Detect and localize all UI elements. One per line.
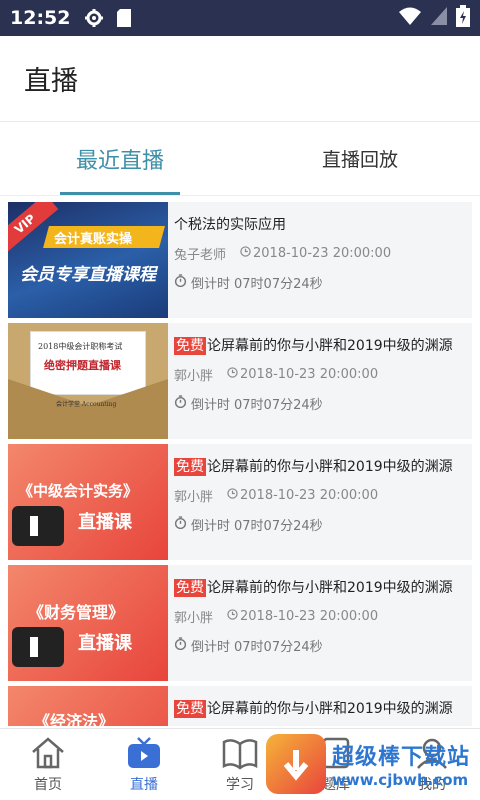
tab-bar: 最近直播 直播回放 (0, 122, 480, 196)
video-camera-icon (12, 506, 64, 546)
countdown-label: 倒计时 (191, 519, 231, 534)
free-badge: 免费 (174, 579, 206, 597)
sd-card-icon (114, 8, 134, 28)
free-badge: 免费 (174, 700, 206, 718)
tab-replay[interactable]: 直播回放 (240, 122, 480, 195)
settings-icon (84, 8, 104, 28)
countdown-label: 倒计时 (191, 640, 231, 655)
course-thumbnail: 《经济法》 (8, 686, 168, 726)
thumb-line-1: 2018中级会计职称考试 (38, 342, 123, 351)
thumb-line-1: 《经济法》 (34, 712, 115, 726)
countdown-label: 倒计时 (191, 277, 231, 292)
teacher-name: 郭小胖 (174, 490, 214, 505)
tab-recent-live[interactable]: 最近直播 (0, 122, 240, 195)
app-bar: 直播 (0, 36, 480, 122)
course-title: 论屏幕前的你与小胖和2019中级的渊源 (207, 338, 453, 354)
no-signal-icon (430, 6, 448, 30)
thumb-line-1: 会计真账实操 (54, 232, 133, 247)
nav-live[interactable]: 直播 (96, 729, 192, 800)
thumb-line-3: 会计学堂 Accounting (56, 401, 117, 408)
status-bar: 12:52 (0, 0, 480, 36)
countdown-value: 07时07分24秒 (234, 277, 323, 292)
battery-icon (456, 5, 470, 31)
status-time: 12:52 (10, 7, 71, 29)
live-datetime: 2018-10-23 20:00:00 (253, 246, 392, 261)
teacher-name: 郭小胖 (174, 611, 214, 626)
watermark-url: www.cjbwh.com (332, 771, 469, 789)
thumb-line-2: 直播课 (78, 512, 132, 533)
teacher-name: 兔子老师 (174, 248, 227, 263)
book-icon (222, 738, 258, 770)
course-thumbnail: 《中级会计实务》 直播课 (8, 444, 168, 560)
countdown-label: 倒计时 (191, 398, 231, 413)
live-datetime: 2018-10-23 20:00:00 (240, 367, 379, 382)
watermark-title: 超级棒下载站 (332, 745, 471, 770)
nav-label: 首页 (34, 776, 62, 793)
live-list: VIP 会计真账实操 会员专享直播课程 个税法的实际应用 兔子老师 2018-1… (0, 196, 480, 726)
countdown-value: 07时07分24秒 (234, 640, 323, 655)
list-item[interactable]: 2018中级会计职称考试 绝密押题直播课 会计学堂 Accounting 免费论… (8, 323, 472, 439)
nav-label: 直播 (130, 776, 158, 793)
home-icon (32, 736, 64, 768)
thumb-line-1: 《财务管理》 (28, 603, 125, 622)
clock-icon (227, 609, 238, 624)
countdown-value: 07时07分24秒 (234, 519, 323, 534)
tv-icon (128, 736, 160, 768)
page-title: 直播 (24, 66, 78, 97)
nav-home[interactable]: 首页 (0, 729, 96, 800)
thumb-line-2: 绝密押题直播课 (44, 359, 121, 372)
clock-icon (240, 246, 251, 261)
teacher-name: 郭小胖 (174, 369, 214, 384)
thumb-line-1: 《中级会计实务》 (18, 482, 139, 500)
course-thumbnail: 《财务管理》 直播课 (8, 565, 168, 681)
live-datetime: 2018-10-23 20:00:00 (240, 488, 379, 503)
live-datetime: 2018-10-23 20:00:00 (240, 609, 379, 624)
list-item[interactable]: VIP 会计真账实操 会员专享直播课程 个税法的实际应用 兔子老师 2018-1… (8, 202, 472, 318)
free-badge: 免费 (174, 458, 206, 476)
thumb-line-2: 直播课 (78, 633, 132, 654)
countdown-value: 07时07分24秒 (234, 398, 323, 413)
clock-icon (227, 488, 238, 503)
list-item[interactable]: 《经济法》 免费 论屏幕前的你与小胖和2019中级的渊源 (8, 686, 472, 726)
clock-icon (227, 367, 238, 382)
list-item[interactable]: 《中级会计实务》 直播课 免费 论屏幕前的你与小胖和2019中级的渊源 郭小胖 2… (8, 444, 472, 560)
list-item[interactable]: 《财务管理》 直播课 免费 论屏幕前的你与小胖和2019中级的渊源 郭小胖 201… (8, 565, 472, 681)
watermark: 超级棒下载站 www.cjbwh.com (266, 728, 480, 800)
watermark-logo-icon (266, 734, 326, 794)
video-camera-icon (12, 627, 64, 667)
course-thumbnail: VIP 会计真账实操 会员专享直播课程 (8, 202, 168, 318)
timer-icon (174, 395, 187, 412)
timer-icon (174, 637, 187, 654)
timer-icon (174, 274, 187, 291)
nav-label: 学习 (226, 776, 254, 793)
course-title: 论屏幕前的你与小胖和2019中级的渊源 (207, 701, 453, 717)
free-badge: 免费 (174, 337, 206, 355)
wifi-icon (398, 6, 422, 30)
timer-icon (174, 516, 187, 533)
course-title: 个税法的实际应用 (174, 217, 286, 233)
course-thumbnail: 2018中级会计职称考试 绝密押题直播课 会计学堂 Accounting (8, 323, 168, 439)
thumb-line-2: 会员专享直播课程 (20, 265, 156, 285)
course-title: 论屏幕前的你与小胖和2019中级的渊源 (207, 459, 453, 475)
course-title: 论屏幕前的你与小胖和2019中级的渊源 (207, 580, 453, 596)
